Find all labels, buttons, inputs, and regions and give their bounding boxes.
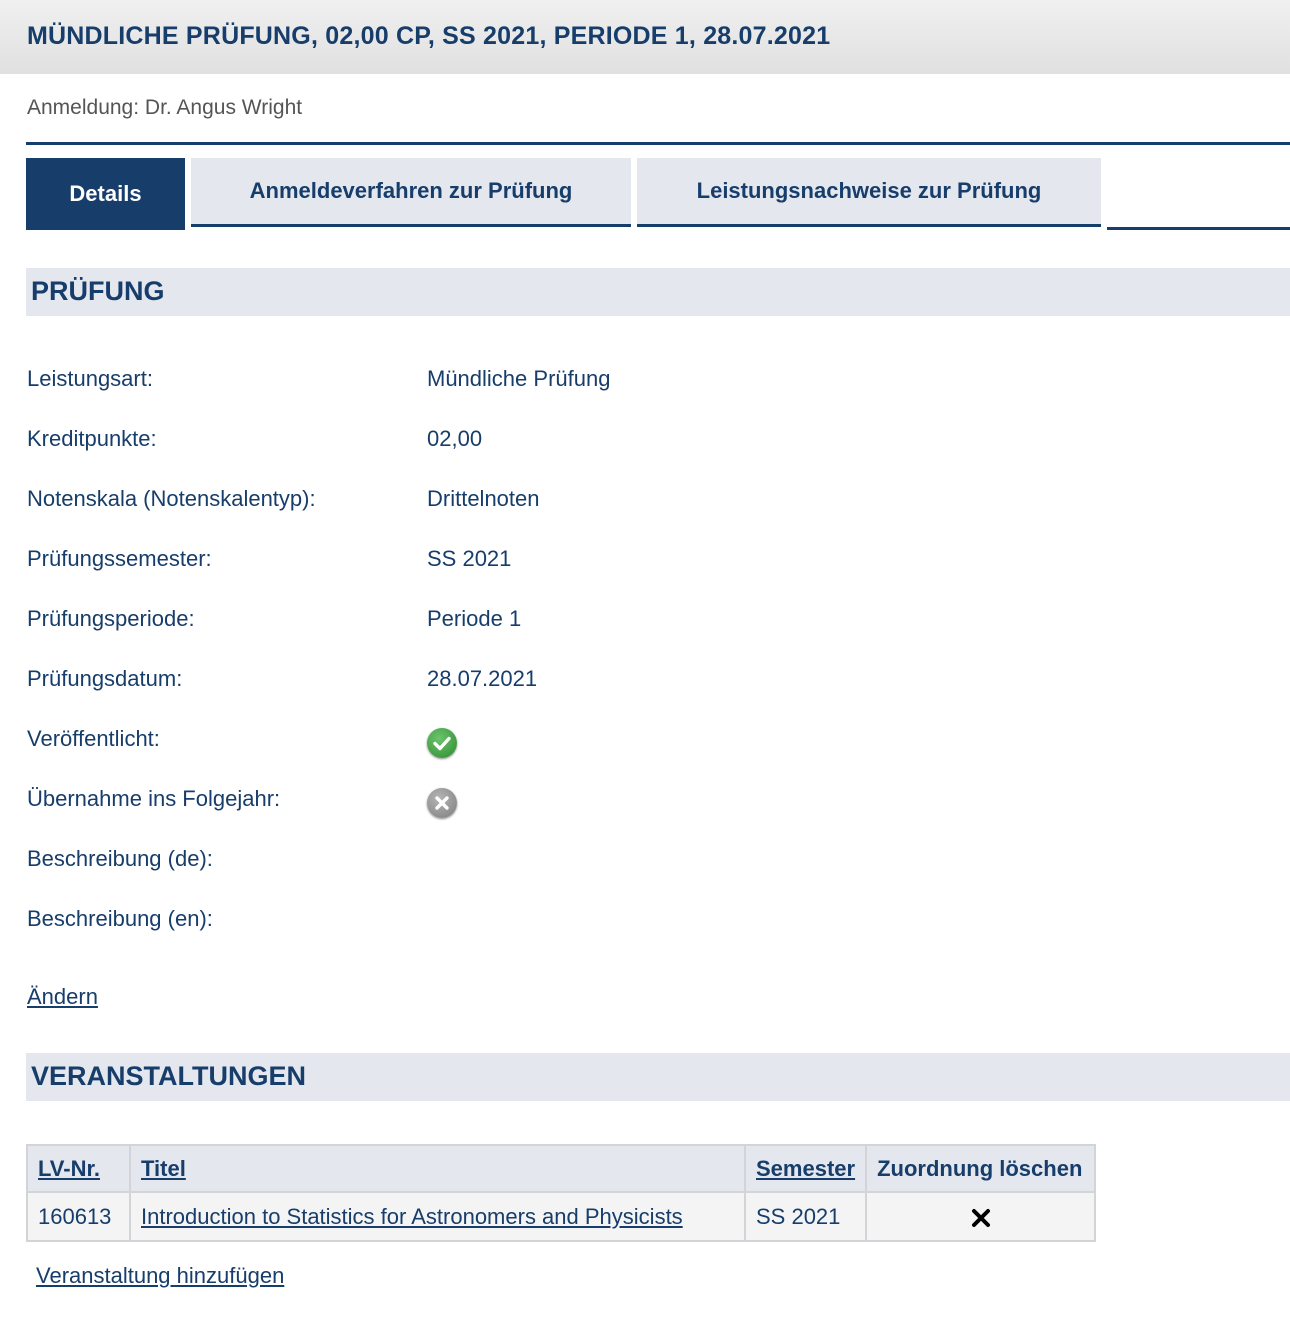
cell-semester: SS 2021 xyxy=(743,1191,868,1242)
exam-section-title: PRÜFUNG xyxy=(31,276,165,306)
field-label-carry-over: Übernahme ins Folgejahr: xyxy=(27,786,281,811)
tab-bar-underline xyxy=(1107,227,1290,230)
close-icon[interactable] xyxy=(970,1207,992,1229)
x-circle-icon xyxy=(427,788,457,818)
page-header: MÜNDLICHE PRÜFUNG, 02,00 CP, SS 2021, PE… xyxy=(0,0,1290,74)
header-divider xyxy=(26,142,1290,145)
field-value-grade-scale: Drittelnoten xyxy=(427,486,540,511)
table-header-row: LV-Nr. Titel Semester Zuordnung löschen xyxy=(26,1144,1097,1193)
field-label-description-de: Beschreibung (de): xyxy=(27,846,213,871)
course-title-link[interactable]: Introduction to Statistics for Astronome… xyxy=(129,1191,746,1242)
registration-info: Anmeldung: Dr. Angus Wright xyxy=(27,96,303,119)
field-label-grade-scale: Notenskala (Notenskalentyp): xyxy=(27,486,316,511)
field-label-credits: Kreditpunkte: xyxy=(27,426,157,451)
field-value-performance-type: Mündliche Prüfung xyxy=(427,366,611,391)
cell-delete xyxy=(865,1191,1097,1242)
column-header-semester[interactable]: Semester xyxy=(743,1144,868,1193)
tab-performance-records[interactable]: Leistungsnachweise zur Prüfung xyxy=(637,158,1101,227)
courses-section-title: VERANSTALTUNGEN xyxy=(31,1061,306,1091)
field-value-exam-period: Periode 1 xyxy=(427,606,522,631)
exam-section-header: PRÜFUNG xyxy=(26,268,1290,316)
field-label-exam-period: Prüfungsperiode: xyxy=(27,606,195,631)
field-label-performance-type: Leistungsart: xyxy=(27,366,153,391)
courses-section-header: VERANSTALTUNGEN xyxy=(26,1053,1290,1101)
add-course-link[interactable]: Veranstaltung hinzufügen xyxy=(36,1263,284,1289)
tab-registration-procedure[interactable]: Anmeldeverfahren zur Prüfung xyxy=(191,158,631,227)
column-header-title[interactable]: Titel xyxy=(129,1144,746,1193)
field-label-description-en: Beschreibung (en): xyxy=(27,906,213,931)
edit-link[interactable]: Ändern xyxy=(27,984,98,1010)
field-value-exam-semester: SS 2021 xyxy=(427,546,512,571)
check-circle-icon xyxy=(427,728,457,758)
field-label-exam-date: Prüfungsdatum: xyxy=(27,666,183,691)
field-label-published: Veröffentlicht: xyxy=(27,726,160,751)
field-label-exam-semester: Prüfungssemester: xyxy=(27,546,212,571)
column-header-lv-nr[interactable]: LV-Nr. xyxy=(26,1144,131,1193)
field-value-exam-date: 28.07.2021 xyxy=(427,666,538,691)
tab-details[interactable]: Details xyxy=(26,158,185,230)
column-header-delete-assignment: Zuordnung löschen xyxy=(865,1144,1097,1193)
field-value-credits: 02,00 xyxy=(427,426,483,451)
table-row: 160613 Introduction to Statistics for As… xyxy=(26,1191,1097,1242)
courses-table: LV-Nr. Titel Semester Zuordnung löschen … xyxy=(26,1144,1097,1242)
page-title: MÜNDLICHE PRÜFUNG, 02,00 CP, SS 2021, PE… xyxy=(27,22,831,50)
cell-lv-nr: 160613 xyxy=(26,1191,131,1242)
